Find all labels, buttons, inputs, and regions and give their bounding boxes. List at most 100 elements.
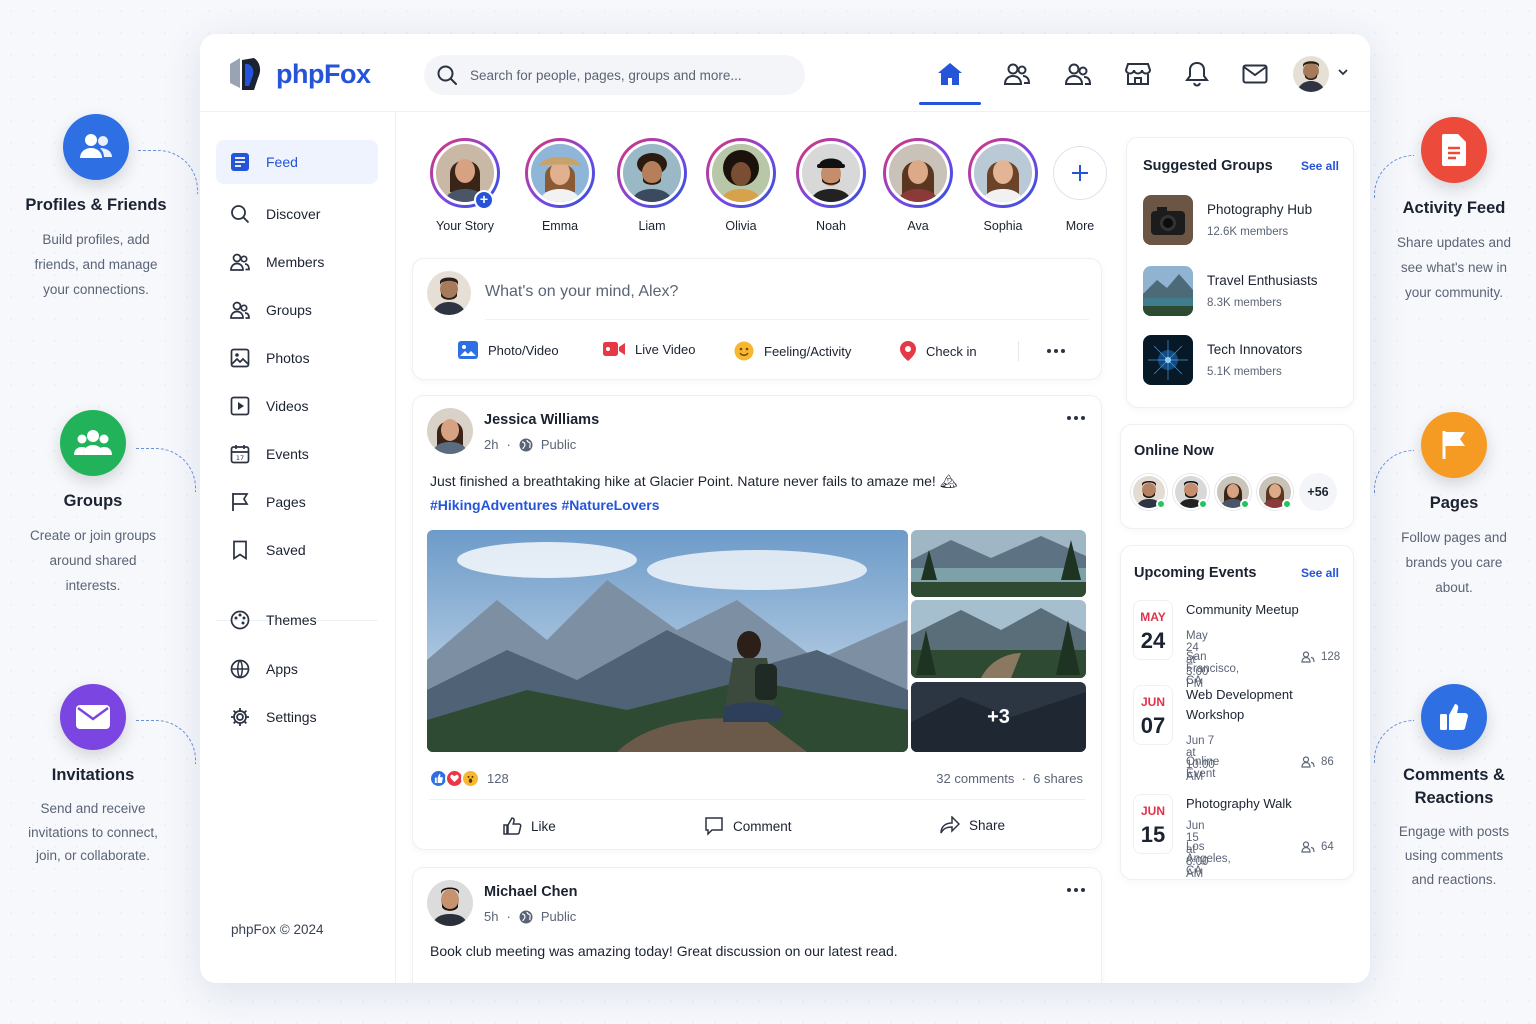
reaction-summary[interactable]: 128	[429, 769, 509, 788]
user-avatar[interactable]	[1293, 56, 1329, 92]
sidebar-item-photos[interactable]: Photos	[216, 336, 378, 380]
event-location: Los Angeles, CA	[1186, 841, 1231, 877]
see-all-link[interactable]: See all	[1301, 566, 1339, 580]
post-main-photo[interactable]	[427, 530, 908, 752]
story-more[interactable]: More	[1040, 138, 1120, 233]
sidebar-item-events[interactable]: 17 Events	[216, 432, 378, 476]
avatar	[620, 141, 684, 205]
online-user-avatar[interactable]	[1257, 474, 1293, 510]
feature-desc: Engage with posts using comments and react…	[1398, 824, 1510, 887]
sidebar-item-label: Members	[266, 254, 325, 270]
sidebar-item-videos[interactable]: Videos	[216, 384, 378, 428]
group-thumbnail	[1143, 195, 1193, 245]
post-stats[interactable]: 32 comments · 6 shares	[936, 771, 1083, 786]
search-input[interactable]	[470, 67, 770, 83]
avatar[interactable]	[427, 408, 473, 454]
feature-desc: Send and receive invitations to connect, j…	[28, 801, 158, 863]
envelope-icon	[60, 684, 126, 750]
feature-title: Comments & Reactions	[1403, 766, 1505, 807]
nav-groups[interactable]	[1060, 56, 1096, 92]
live-video-button[interactable]: Live Video	[603, 341, 695, 357]
bell-icon	[1185, 61, 1209, 87]
event-location: Online Event	[1186, 756, 1220, 780]
story-ava[interactable]: Ava	[878, 138, 958, 233]
sidebar-item-label: Apps	[266, 661, 298, 677]
group-item[interactable]: Travel Enthusiasts 8.3K members	[1143, 266, 1318, 316]
nav-notifications[interactable]	[1179, 56, 1215, 92]
friends-icon	[1004, 63, 1030, 85]
card-title: Suggested Groups	[1143, 158, 1273, 174]
like-button[interactable]: Like	[502, 816, 556, 836]
sidebar-item-groups[interactable]: Groups	[216, 288, 378, 332]
sidebar-item-discover[interactable]: Discover	[216, 192, 378, 236]
flag-icon	[232, 493, 249, 511]
store-icon	[1125, 63, 1151, 85]
story-sophia[interactable]: Sophia	[963, 138, 1043, 233]
more-options-icon[interactable]	[1047, 349, 1065, 353]
sidebar-item-members[interactable]: Members	[216, 240, 378, 284]
logo[interactable]: phpFox	[228, 56, 371, 92]
search-bar[interactable]	[424, 55, 805, 95]
chevron-down-icon[interactable]	[1337, 66, 1349, 78]
nav-home[interactable]	[919, 56, 981, 105]
more-options-icon[interactable]	[1067, 888, 1085, 892]
composer-input[interactable]: What's on your mind, Alex?	[485, 283, 678, 301]
divider	[485, 319, 1089, 320]
comment-button[interactable]: Comment	[704, 816, 792, 836]
sidebar-item-feed[interactable]: Feed	[216, 140, 378, 184]
feature-title: Pages	[1429, 494, 1479, 512]
nav-friends[interactable]	[999, 56, 1035, 92]
post-hashtags[interactable]: #HikingAdventures #NatureLovers	[430, 497, 660, 513]
feature-title: Profiles & Friends	[25, 196, 167, 214]
post-photo-thumb[interactable]	[911, 600, 1086, 678]
feature-profiles-friends: Profiles & Friends Build profiles, add fr…	[6, 114, 186, 302]
feature-desc: Follow pages and brands you care about.	[1401, 530, 1507, 595]
sidebar-item-saved[interactable]: Saved	[216, 528, 378, 572]
check-in-button[interactable]: Check in	[900, 341, 977, 361]
brand-name: phpFox	[276, 58, 371, 89]
post-author[interactable]: Jessica Williams	[484, 412, 599, 428]
story-liam[interactable]: Liam	[612, 138, 692, 233]
story-olivia[interactable]: Olivia	[701, 138, 781, 233]
more-options-icon[interactable]	[1067, 416, 1085, 420]
online-user-avatar[interactable]	[1173, 474, 1209, 510]
post-photo-more[interactable]: +3	[911, 682, 1086, 752]
post-text: Book club meeting was amazing today! Gre…	[430, 943, 898, 959]
story-noah[interactable]: Noah	[791, 138, 871, 233]
avatar[interactable]	[427, 880, 473, 926]
see-all-link[interactable]: See all	[1301, 159, 1339, 173]
feeling-activity-button[interactable]: Feeling/Activity	[734, 341, 851, 361]
story-name: Sophia	[983, 219, 1023, 233]
share-button[interactable]: Share	[940, 816, 1005, 834]
feature-comments-reactions: Comments & Reactions Engage with posts usi…	[1364, 684, 1536, 892]
post-author[interactable]: Michael Chen	[484, 884, 577, 900]
sidebar-item-themes[interactable]: Themes	[216, 598, 378, 642]
post-card: Michael Chen 5h · Public Book club meetin…	[412, 867, 1102, 983]
story-your-story[interactable]: + Your Story	[425, 138, 505, 233]
post-photo-thumb[interactable]	[911, 530, 1086, 597]
sidebar-item-apps[interactable]: Apps	[216, 647, 378, 691]
event-attendees: 86	[1301, 756, 1334, 768]
divider	[429, 799, 1085, 800]
post-card: Jessica Williams 2h · Public Just finishe…	[412, 395, 1102, 850]
globe-icon	[519, 910, 533, 923]
event-date-badge: JUN 07	[1133, 685, 1173, 745]
photo-video-button[interactable]: Photo/Video	[458, 341, 559, 359]
sidebar-item-label: Settings	[266, 709, 317, 725]
top-bar: phpFox	[200, 34, 1370, 112]
group-item[interactable]: Photography Hub 12.6K members	[1143, 195, 1312, 245]
video-icon	[230, 396, 250, 416]
online-user-avatar[interactable]	[1215, 474, 1251, 510]
add-story-icon[interactable]: +	[474, 190, 494, 210]
nav-messages[interactable]	[1237, 56, 1273, 92]
avatar	[427, 271, 471, 315]
plus-icon[interactable]	[1053, 146, 1107, 200]
group-item[interactable]: Tech Innovators 5.1K members	[1143, 335, 1302, 385]
story-emma[interactable]: Emma	[520, 138, 600, 233]
sidebar-item-pages[interactable]: Pages	[216, 480, 378, 524]
more-online-count[interactable]: +56	[1299, 473, 1337, 511]
online-user-avatar[interactable]	[1131, 474, 1167, 510]
thumbs-up-icon	[1421, 684, 1487, 750]
nav-marketplace[interactable]	[1120, 56, 1156, 92]
sidebar-item-settings[interactable]: Settings	[216, 695, 378, 739]
